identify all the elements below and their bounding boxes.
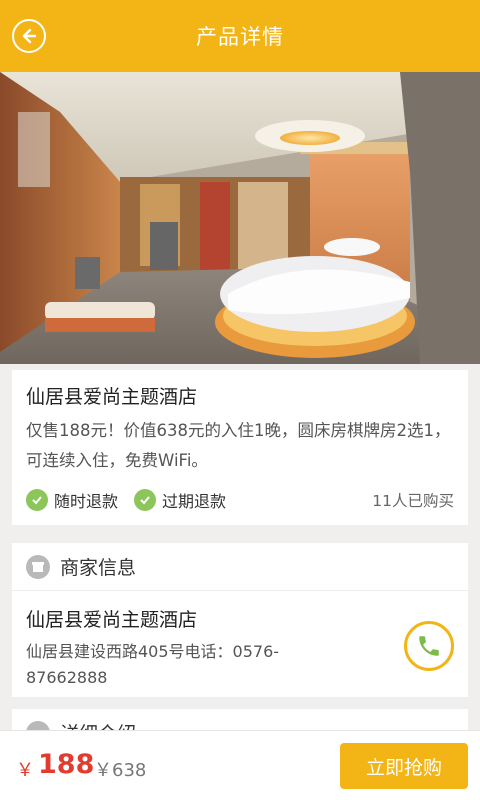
merchant-card: 商家信息 仙居县爱尚主题酒店 仙居县建设西路405号电话：0576-876628… bbox=[12, 543, 468, 697]
phone-icon bbox=[419, 636, 439, 656]
sold-count: 11人已购买 bbox=[372, 492, 454, 510]
product-description: 仅售188元！价值638元的入住1晚，圆床房棋牌房2选1，可连续入住，免费WiF… bbox=[26, 421, 451, 470]
tag-label: 过期退款 bbox=[162, 492, 227, 511]
merchant-section-title: 商家信息 bbox=[60, 557, 137, 579]
buy-now-button[interactable]: 立即抢购 bbox=[340, 743, 468, 789]
page-title: 产品详情 bbox=[196, 25, 284, 49]
check-icon bbox=[134, 489, 157, 511]
merchant-header: 商家信息 bbox=[12, 543, 468, 591]
sale-price: 188 bbox=[38, 749, 95, 780]
original-price: ￥638 bbox=[94, 760, 147, 781]
merchant-name: 仙居县爱尚主题酒店 bbox=[26, 609, 198, 631]
product-name: 仙居县爱尚主题酒店 bbox=[26, 386, 198, 408]
product-info-card: 仙居县爱尚主题酒店 仅售188元！价值638元的入住1晚，圆床房棋牌房2选1，可… bbox=[12, 370, 468, 525]
tag-expired-refund: 过期退款 bbox=[134, 488, 226, 512]
hotel-photo bbox=[0, 72, 480, 364]
top-bar: 产品详情 bbox=[0, 0, 480, 72]
check-icon bbox=[26, 489, 48, 511]
back-arrow-icon bbox=[22, 28, 37, 44]
tag-label: 随时退款 bbox=[54, 492, 119, 511]
call-button[interactable] bbox=[404, 621, 454, 671]
tag-anytime-refund: 随时退款 bbox=[26, 488, 118, 512]
currency-symbol: ￥ bbox=[16, 760, 34, 781]
purchase-bar: ￥ 188 ￥638 立即抢购 bbox=[0, 730, 480, 800]
back-button[interactable] bbox=[12, 19, 46, 53]
store-icon bbox=[26, 554, 50, 579]
merchant-address: 仙居县建设西路405号电话：0576-87662888 bbox=[26, 642, 280, 687]
refund-tags: 随时退款 过期退款 11人已购买 bbox=[26, 486, 454, 514]
